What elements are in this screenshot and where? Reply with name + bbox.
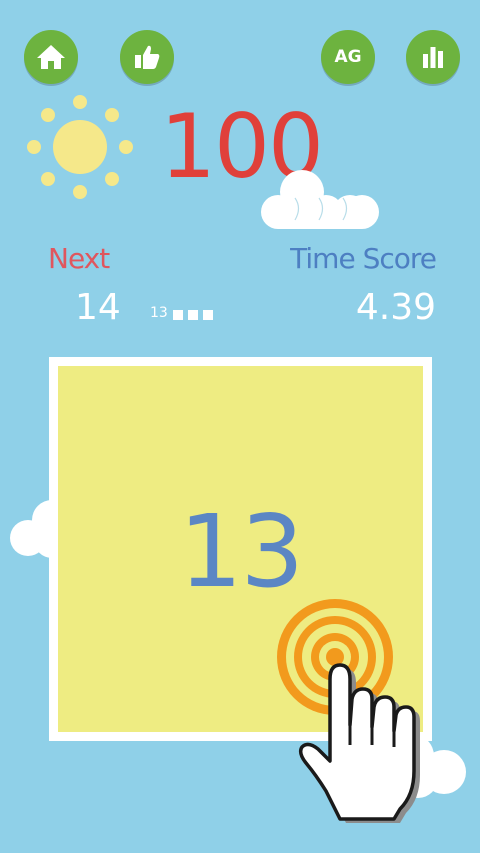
tap-hint <box>277 599 420 823</box>
achievements-label: AG <box>334 47 362 67</box>
next-label: Next <box>48 242 110 275</box>
time-score-label: Time Score <box>290 242 437 275</box>
cloud-decoration <box>261 170 379 229</box>
queue-dot <box>172 310 183 320</box>
home-icon <box>36 43 66 71</box>
like-button[interactable] <box>120 30 174 84</box>
achievements-button[interactable]: AG <box>321 30 375 84</box>
queue-dot <box>187 310 198 320</box>
leaderboard-button[interactable] <box>406 30 460 84</box>
tile-number: 13 <box>178 493 304 610</box>
time-score-value: 4.39 <box>355 287 436 328</box>
bar-chart-icon <box>420 44 446 70</box>
queue-dot <box>202 310 213 320</box>
sun-icon <box>27 95 133 199</box>
number-queue: 13 <box>150 306 213 320</box>
home-button[interactable] <box>24 30 78 84</box>
queue-current-number: 13 <box>150 305 168 321</box>
thumbs-up-icon <box>133 43 161 71</box>
next-number: 14 <box>75 287 121 328</box>
